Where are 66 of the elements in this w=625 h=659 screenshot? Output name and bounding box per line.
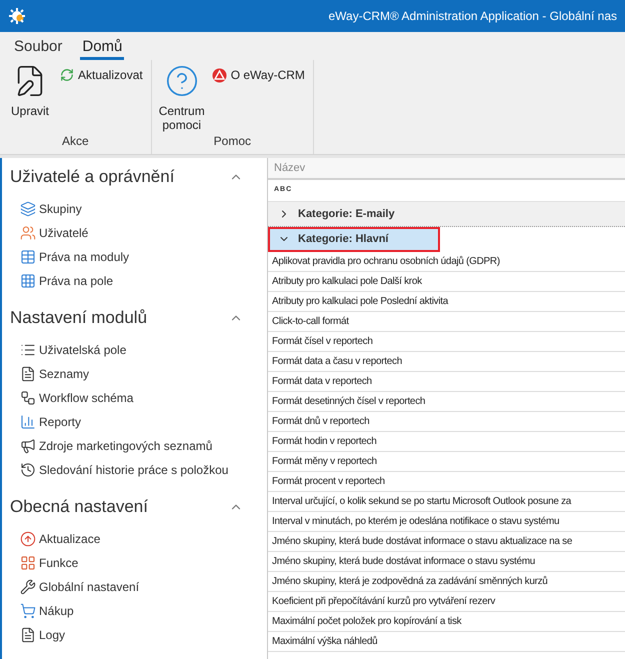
table-cell[interactable]: Formát čísel v reportech [268,332,625,352]
table-cell[interactable]: Maximální počet položek pro kopírování a tisk [268,612,625,632]
table-cell[interactable]: Aplikovat pravidla pro ochranu osobních údajů (GDPR) [268,252,625,272]
sidebar-item[interactable]: Funkce [20,551,243,575]
workflow-icon [20,390,36,406]
group-row[interactable]: Kategorie: E-maily [268,202,625,227]
edit-button[interactable]: Upravit [4,60,56,132]
about-button[interactable]: O eWay-CRM [212,64,309,86]
section-title: Obecná nastavení [10,496,148,518]
sidebar-item[interactable]: Zdroje marketingových seznamů [20,434,243,458]
table-cell[interactable]: Formát data v reportech [268,372,625,392]
tools-icon [20,579,36,595]
update-icon [20,531,36,547]
table-cell[interactable]: Interval určující, o kolik sekund se po startu Microsoft Outlook posune za [268,492,625,512]
layers-icon [20,201,36,217]
sidebar-item[interactable]: Logy [20,623,243,647]
sidebar-item[interactable]: Nákup [20,599,243,623]
table-cell[interactable]: Formát měny v reportech [268,452,625,472]
table-cell[interactable]: Atributy pro kalkulaci pole Další krok [268,272,625,292]
ribbon-tab[interactable]: Domů [80,37,124,60]
grid-icon [20,273,36,289]
help-center-button[interactable]: Centrum pomoci [156,60,208,132]
sidebar-item[interactable]: Aktualizace [20,527,243,551]
sidebar-item[interactable]: Uživatelé [20,221,243,245]
window-title: eWay-CRM® Administration Application - Globální nas [328,8,617,25]
table-cell[interactable]: Formát desetinných čísel v reportech [268,392,625,412]
sidebar-item[interactable]: Práva na moduly [20,245,243,269]
history-icon [20,462,36,478]
table-cell[interactable]: Atributy pro kalkulaci pole Poslední aktivita [268,292,625,312]
table-cell[interactable]: Formát data a času v reportech [268,352,625,372]
cart-icon [20,603,36,619]
refresh-icon [60,68,74,82]
users-icon [20,225,36,241]
document-icon [20,627,36,643]
table-cell[interactable]: Jméno skupiny, která bude dostávat informace o stavu aktualizace na se [268,532,625,552]
table-icon [20,249,36,265]
sidebar-item[interactable]: Skupiny [20,197,243,221]
section-title: Uživatelé a oprávnění [10,166,174,188]
ribbon-tab[interactable]: Soubor [12,37,64,60]
table-cell[interactable]: Maximální výška náhledů [268,632,625,652]
table-cell[interactable]: Jméno skupiny, která bude dostávat informace o stavu systému [268,552,625,572]
table-cell[interactable]: Click-to-call formát [268,312,625,332]
section-title: Nastavení modulů [10,307,148,330]
table-cell[interactable]: Koeficient při přepočítávání kurzů pro vytváření rezerv [268,592,625,612]
tiles-icon [20,555,36,571]
megaphone-icon [20,438,36,454]
table-cell[interactable]: Jméno skupiny, která je zodpovědná za zadávání směnných kurzů [268,572,625,592]
sidebar-item[interactable]: Práva na pole [20,269,243,293]
triangle-logo-icon [212,68,227,82]
group-label: Pomoc [212,133,252,150]
sidebar-item[interactable]: Uživatelská pole [20,338,243,362]
group-label: Akce [61,133,90,150]
app-logo-icon [8,7,26,25]
sidebar-item[interactable]: Sledování historie práce s položkou [20,458,243,482]
sidebar-item[interactable]: Globální nastavení [20,575,243,599]
sidebar-item[interactable]: Seznamy [20,362,243,386]
group-row[interactable]: Kategorie: Hlavní [268,227,440,252]
bar-chart-icon [20,414,36,430]
refresh-button[interactable]: Aktualizovat [60,64,147,86]
sidebar-item[interactable]: Workflow schéma [20,386,243,410]
table-cell[interactable]: Interval v minutách, po kterém je odeslána notifikace o stavu systému [268,512,625,532]
table-cell[interactable]: Formát procent v reportech [268,472,625,492]
sidebar-item[interactable]: Reporty [20,410,243,434]
table-cell[interactable]: Formát dnů v reportech [268,412,625,432]
help-icon [164,64,199,98]
table-cell[interactable]: Formát hodin v reportech [268,432,625,452]
